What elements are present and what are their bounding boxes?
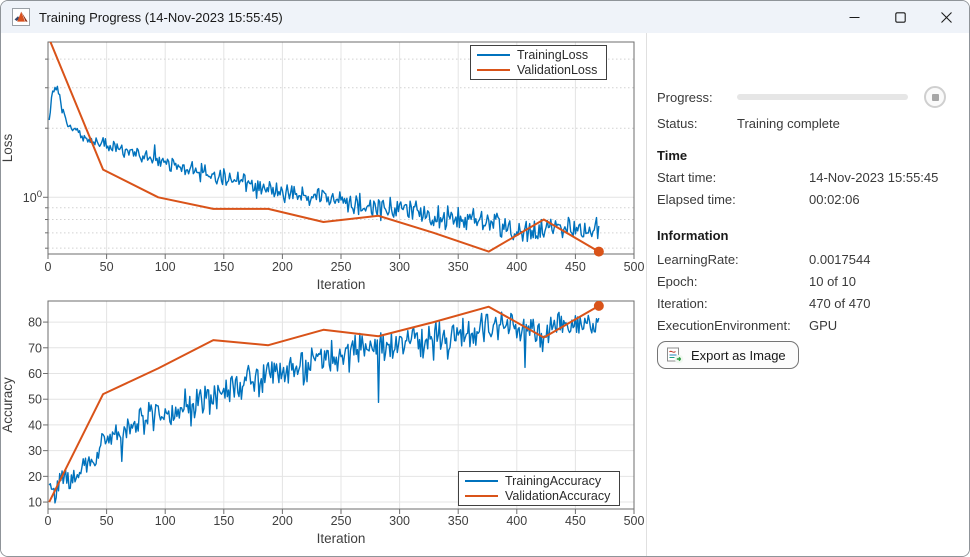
maximize-button[interactable] — [877, 1, 923, 33]
status-row: Status: Training complete — [657, 113, 961, 133]
status-value: Training complete — [737, 115, 840, 131]
learning-rate-label: LearningRate: — [657, 251, 739, 267]
iteration-label: Iteration: — [657, 295, 708, 311]
execution-environment-label: ExecutionEnvironment: — [657, 317, 791, 333]
titlebar[interactable]: Training Progress (14-Nov-2023 15:55:45) — [1, 1, 969, 33]
maximize-icon — [894, 11, 906, 23]
epoch-row: Epoch: 10 of 10 — [657, 271, 961, 291]
accuracy-legend: TrainingAccuracy ValidationAccuracy — [458, 471, 621, 506]
validation-accuracy-legend-line — [465, 495, 498, 497]
validation-loss-legend-label: ValidationLoss — [517, 63, 598, 77]
export-as-image-label: Export as Image — [691, 347, 786, 363]
epoch-label: Epoch: — [657, 273, 698, 289]
legend-entry-training-accuracy: TrainingAccuracy — [465, 474, 610, 488]
loss-legend: TrainingLoss ValidationLoss — [470, 45, 608, 80]
training-accuracy-legend-label: TrainingAccuracy — [505, 474, 602, 488]
progress-bar — [737, 94, 908, 100]
epoch-value: 10 of 10 — [809, 273, 856, 289]
status-label: Status: — [657, 115, 698, 131]
information-section-header: Information — [657, 227, 729, 243]
export-image-icon — [667, 347, 684, 364]
training-loss-legend-label: TrainingLoss — [517, 48, 589, 62]
start-time-row: Start time: 14-Nov-2023 15:55:45 — [657, 167, 961, 187]
training-progress-window: Training Progress (14-Nov-2023 15:55:45) — [0, 0, 970, 557]
legend-entry-validation-loss: ValidationLoss — [477, 63, 597, 77]
close-icon — [940, 11, 952, 23]
window-controls — [831, 1, 969, 33]
training-accuracy-legend-line — [465, 480, 498, 482]
info-panel: Progress: Status: Training complete Time… — [648, 33, 969, 556]
elapsed-time-value: 00:02:06 — [809, 191, 860, 207]
iteration-row: Iteration: 470 of 470 — [657, 293, 961, 313]
minimize-icon — [849, 16, 859, 18]
execution-environment-row: ExecutionEnvironment: GPU — [657, 315, 961, 335]
validation-loss-legend-line — [477, 69, 510, 71]
close-button[interactable] — [923, 1, 969, 33]
elapsed-time-label: Elapsed time: — [657, 191, 736, 207]
start-time-label: Start time: — [657, 169, 717, 185]
elapsed-time-row: Elapsed time: 00:02:06 — [657, 189, 961, 209]
validation-accuracy-legend-label: ValidationAccuracy — [505, 489, 611, 503]
export-as-image-button[interactable]: Export as Image — [657, 341, 799, 369]
iteration-value: 470 of 470 — [809, 295, 871, 311]
learning-rate-row: LearningRate: 0.0017544 — [657, 249, 961, 269]
minimize-button[interactable] — [831, 1, 877, 33]
learning-rate-value: 0.0017544 — [809, 251, 871, 267]
window-title: Training Progress (14-Nov-2023 15:55:45) — [39, 9, 283, 25]
stop-button[interactable] — [924, 86, 946, 108]
progress-label: Progress: — [657, 89, 713, 105]
matlab-icon — [12, 8, 30, 26]
legend-entry-training-loss: TrainingLoss — [477, 48, 597, 62]
start-time-value: 14-Nov-2023 15:55:45 — [809, 169, 939, 185]
training-loss-legend-line — [477, 54, 510, 56]
time-section-header: Time — [657, 147, 688, 163]
legend-entry-validation-accuracy: ValidationAccuracy — [465, 489, 610, 503]
execution-environment-value: GPU — [809, 317, 838, 333]
progress-row: Progress: — [657, 86, 961, 108]
